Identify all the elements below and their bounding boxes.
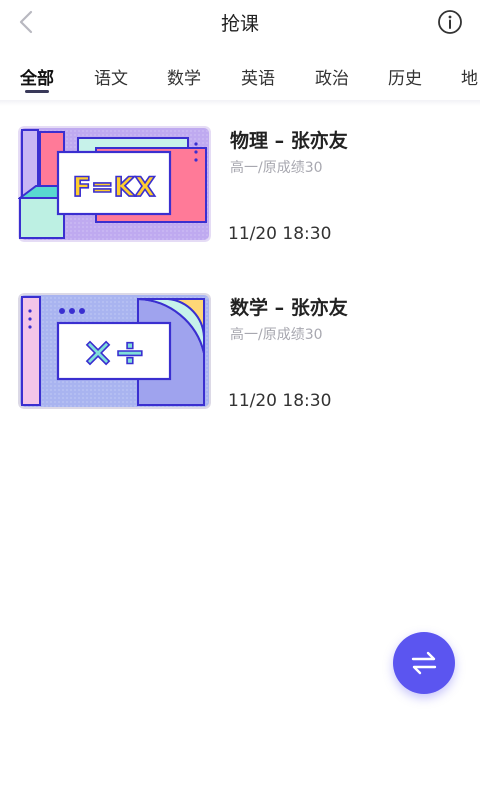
- app-header: 抢课: [0, 0, 480, 44]
- tab-chinese[interactable]: 语文: [94, 64, 128, 89]
- swap-arrows-icon: [411, 651, 437, 675]
- page-title: 抢课: [220, 13, 259, 35]
- tab-politics[interactable]: 政治: [315, 64, 349, 89]
- physics-course-thumbnail: F=KX: [18, 126, 211, 242]
- switch-fab-button[interactable]: [393, 632, 455, 694]
- physics-thumb-formula: F=KX: [73, 172, 156, 203]
- math-course-thumbnail: ×÷: [18, 293, 211, 409]
- tab-math[interactable]: 数学: [167, 64, 201, 89]
- tab-history[interactable]: 历史: [388, 64, 422, 89]
- tab-english[interactable]: 英语: [241, 64, 275, 89]
- course-card[interactable]: F=KX 物理 – 张亦友 高一/原成绩30 11/20 18:30: [18, 126, 462, 244]
- info-icon: [438, 10, 462, 34]
- course-title: 数学 – 张亦友: [230, 297, 348, 319]
- subject-tabs: 全部 语文 数学 英语 政治 历史 地: [0, 56, 480, 102]
- course-subtitle: 高一/原成绩30: [230, 327, 323, 343]
- tab-all[interactable]: 全部: [20, 64, 54, 89]
- course-card[interactable]: ×÷ 数学 – 张亦友 高一/原成绩30 11/20 18:30: [18, 293, 462, 411]
- info-button[interactable]: [436, 8, 464, 36]
- math-thumb-symbols: ×÷: [82, 330, 146, 374]
- tab-geography[interactable]: 地: [461, 64, 478, 89]
- course-subtitle: 高一/原成绩30: [230, 160, 323, 176]
- course-time: 11/20 18:30: [228, 224, 332, 244]
- active-tab-indicator: [25, 90, 49, 93]
- course-title: 物理 – 张亦友: [230, 130, 348, 152]
- tabs-divider: [0, 100, 480, 106]
- course-time: 11/20 18:30: [228, 391, 332, 411]
